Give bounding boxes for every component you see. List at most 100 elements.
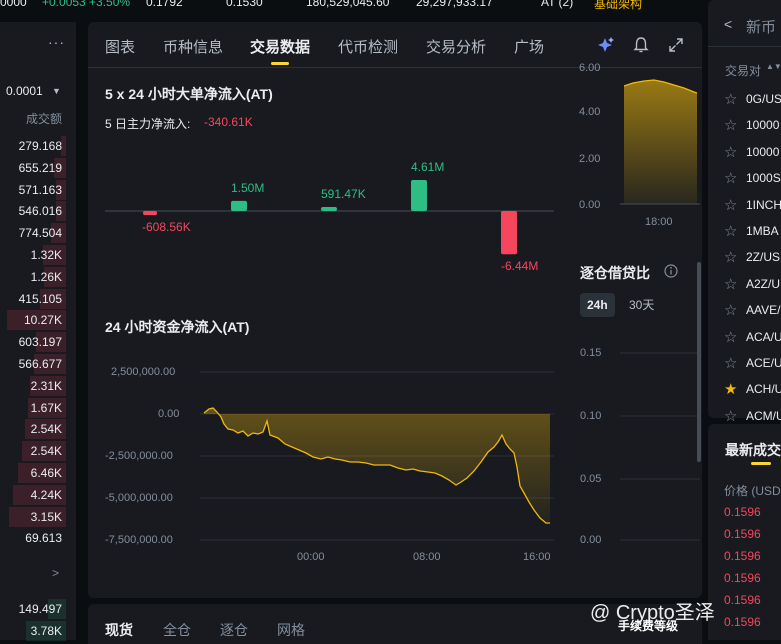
more-icon[interactable]: ···: [48, 34, 65, 50]
favorite-star-icon[interactable]: ☆: [724, 169, 737, 187]
recent-trades-panel: 最新成交 价格 (USD 0.1596 0.1596 0.1596 0.1596 0.1…: [708, 424, 781, 640]
mini-y-tick: 6.00: [579, 62, 601, 74]
lending-y-tick: 0.05: [580, 473, 602, 485]
favorite-star-icon[interactable]: ☆: [724, 116, 737, 134]
orderbook-amount: 1.32K: [30, 248, 62, 262]
pair-name: ACE/U: [746, 356, 781, 370]
new-coin-tab[interactable]: 新币: [746, 16, 776, 37]
ticker-tag[interactable]: AT (2): [541, 0, 573, 9]
orderbook-row[interactable]: 3.15K: [0, 506, 72, 528]
ticker-value: 0000: [0, 0, 27, 9]
orderbook-row[interactable]: 1.67K: [0, 397, 72, 419]
toggle-30d[interactable]: 30天: [622, 293, 661, 317]
favorite-star-icon[interactable]: ☆: [724, 328, 737, 346]
recent-trades-title[interactable]: 最新成交: [725, 440, 781, 460]
trade-tab-cross[interactable]: 全仓: [163, 620, 191, 640]
ticker-volume: 180,529,045.60: [306, 0, 390, 9]
chevron-down-icon[interactable]: ▼: [52, 86, 61, 96]
mini-y-tick: 0.00: [579, 199, 601, 211]
orderbook-amount: 415.105: [18, 291, 62, 306]
favorite-star-icon[interactable]: ☆: [724, 301, 737, 319]
market-pair-row[interactable]: ☆ 2Z/US: [724, 246, 781, 272]
market-pair-row[interactable]: ☆ AAVE/: [724, 299, 781, 325]
lending-y-tick: 0.00: [580, 534, 602, 546]
favorite-star-icon[interactable]: ☆: [724, 90, 737, 108]
orderbook-row[interactable]: 4.24K: [0, 484, 72, 506]
fee-tier-label[interactable]: 手续费等级: [618, 617, 678, 634]
orderbook-row[interactable]: 10.27K: [0, 309, 72, 331]
ticker-high: 0.1792: [146, 0, 183, 9]
market-pair-row[interactable]: ☆ 10000: [724, 114, 781, 140]
orderbook-amount: 603.197: [18, 335, 62, 350]
chevron-left-icon[interactable]: <: [724, 16, 732, 32]
orderbook-row[interactable]: 2.54K: [0, 440, 72, 462]
favorite-star-icon[interactable]: ★: [724, 380, 737, 398]
favorite-star-icon[interactable]: ☆: [724, 275, 737, 293]
favorite-star-icon[interactable]: ☆: [724, 248, 737, 266]
pair-name: ACA/U: [746, 329, 781, 344]
net-flow-y-tick: -5,000,000.00: [105, 492, 173, 504]
favorite-star-icon[interactable]: ☆: [724, 143, 737, 161]
favorite-star-icon[interactable]: ☆: [724, 407, 737, 425]
net-flow-x-tick: 16:00: [523, 551, 551, 563]
pair-name: 0G/US: [746, 92, 781, 106]
orderbook-row[interactable]: 1.26K: [0, 266, 72, 288]
ticker-category[interactable]: 基础架构: [594, 0, 642, 12]
orderbook-row[interactable]: 774.504: [0, 222, 72, 244]
market-pair-row[interactable]: ☆ 1INCH: [724, 194, 781, 220]
ticker-change: +0.0053 +3.50%: [42, 0, 131, 9]
favorite-star-icon[interactable]: ☆: [724, 196, 737, 214]
market-pair-row[interactable]: ☆ 10000: [724, 141, 781, 167]
orderbook-row[interactable]: 1.32K: [0, 244, 72, 266]
market-pair-row[interactable]: ☆ A2Z/U: [724, 273, 781, 299]
pair-column-header[interactable]: 交易对: [725, 62, 761, 79]
orderbook-row[interactable]: 546.016: [0, 200, 72, 222]
pair-name: ACH/U: [746, 382, 781, 397]
divider: [708, 46, 781, 47]
market-pair-row[interactable]: ★ ACH/U: [724, 378, 781, 404]
orderbook-amount: 2.54K: [30, 444, 62, 459]
favorite-star-icon[interactable]: ☆: [724, 354, 737, 372]
sort-icon[interactable]: ▲▼: [766, 62, 781, 71]
orderbook-row[interactable]: 2.31K: [0, 375, 72, 397]
pair-name: 2Z/US: [746, 250, 781, 265]
orderbook-row[interactable]: 6.46K: [0, 462, 72, 484]
orderbook-row[interactable]: 2.54K: [0, 418, 72, 440]
orderbook-row[interactable]: 279.168: [0, 135, 72, 157]
orderbook-row[interactable]: 566.677: [0, 353, 72, 375]
recent-trade-price: 0.1596: [724, 505, 761, 519]
orderbook-row[interactable]: 69.613: [0, 527, 72, 549]
market-pair-row[interactable]: ☆ 0G/US: [724, 88, 781, 114]
orderbook-row[interactable]: 603.197: [0, 331, 72, 353]
ticker-low: 0.1530: [226, 0, 263, 9]
orderbook-panel: ··· 0.0001 ▼ 成交额 279.168 655.219 571.163 54…: [0, 22, 76, 642]
chevron-right-icon[interactable]: >: [52, 566, 59, 580]
market-pair-row[interactable]: ☆ 1MBA: [724, 220, 781, 246]
orderbook-row[interactable]: 655.219: [0, 157, 72, 179]
mini-x-tick: 18:00: [645, 216, 673, 228]
active-tab-indicator: [751, 462, 771, 465]
market-pair-row[interactable]: ☆ 1000S: [724, 167, 781, 193]
orderbook-row[interactable]: 3.78K: [0, 620, 72, 642]
market-pair-row[interactable]: ☆ ACE/U: [724, 352, 781, 378]
favorite-star-icon[interactable]: ☆: [724, 222, 737, 240]
orderbook-row[interactable]: 415.105: [0, 288, 72, 310]
mini-area: [624, 80, 697, 204]
trade-tab-grid[interactable]: 网格: [277, 620, 305, 640]
trade-tab-isolated[interactable]: 逐仓: [220, 620, 248, 640]
market-pair-row[interactable]: ☆ ACA/U: [724, 326, 781, 352]
toggle-24h[interactable]: 24h: [580, 293, 615, 317]
orderbook-amount: 279.168: [18, 139, 62, 153]
market-list-panel: < 新币 交易对 ▲▼ ☆ 0G/US ☆ 10000 ☆ 10000 ☆ 1000S ☆ 1IN…: [708, 0, 781, 425]
lending-y-tick: 0.10: [580, 410, 602, 422]
orderbook-amount: 546.016: [18, 204, 62, 219]
orderbook-step-select[interactable]: 0.0001: [6, 84, 43, 98]
orderbook-amount: 149.497: [18, 602, 62, 616]
orderbook-amount: 4.24K: [30, 487, 62, 502]
scrollbar[interactable]: [697, 262, 701, 462]
trading-data-panel: 图表 币种信息 交易数据 代币检测 交易分析 广场 5 x 24 小时大单净流入…: [88, 22, 702, 598]
orderbook-row[interactable]: 571.163: [0, 179, 72, 201]
orderbook-row[interactable]: 149.497: [0, 598, 72, 620]
info-icon[interactable]: [664, 264, 678, 278]
trade-tab-spot[interactable]: 现货: [105, 620, 133, 640]
